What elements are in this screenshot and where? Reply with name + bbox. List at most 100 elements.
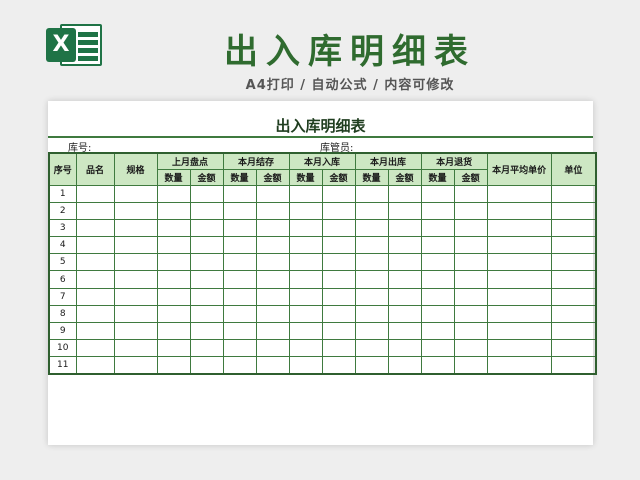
table-cell[interactable]	[288, 253, 323, 272]
table-cell[interactable]	[156, 201, 191, 220]
table-cell[interactable]	[486, 270, 552, 289]
table-cell[interactable]	[189, 304, 224, 324]
table-cell[interactable]	[550, 236, 597, 255]
table-cell[interactable]	[255, 184, 290, 203]
table-cell[interactable]	[453, 236, 488, 255]
table-cell[interactable]	[387, 339, 422, 358]
table-cell[interactable]	[113, 321, 158, 341]
table-cell[interactable]	[453, 321, 488, 341]
table-cell[interactable]	[222, 356, 257, 375]
table-cell[interactable]	[255, 356, 290, 375]
table-cell[interactable]	[387, 287, 422, 306]
table-cell[interactable]	[189, 270, 224, 289]
table-cell[interactable]	[75, 287, 115, 306]
table-cell[interactable]	[387, 236, 422, 255]
table-cell[interactable]	[453, 218, 488, 238]
table-cell[interactable]	[288, 356, 323, 375]
table-cell[interactable]	[354, 270, 389, 289]
table-cell[interactable]	[222, 201, 257, 220]
table-cell[interactable]	[288, 339, 323, 358]
table-cell[interactable]	[288, 184, 323, 203]
table-cell[interactable]	[550, 356, 597, 375]
table-cell[interactable]	[354, 218, 389, 238]
table-cell[interactable]	[156, 287, 191, 306]
table-cell[interactable]	[288, 304, 323, 324]
table-cell[interactable]	[288, 201, 323, 220]
table-cell[interactable]	[113, 253, 158, 272]
table-cell[interactable]	[189, 287, 224, 306]
table-cell[interactable]	[321, 201, 356, 220]
table-cell[interactable]	[156, 339, 191, 358]
table-cell[interactable]	[113, 287, 158, 306]
table-cell[interactable]	[222, 253, 257, 272]
table-cell[interactable]	[113, 304, 158, 324]
table-cell[interactable]	[75, 184, 115, 203]
table-cell[interactable]	[222, 287, 257, 306]
table-cell[interactable]	[354, 253, 389, 272]
table-cell[interactable]	[550, 253, 597, 272]
table-cell[interactable]	[486, 236, 552, 255]
table-cell[interactable]	[222, 304, 257, 324]
table-cell[interactable]	[113, 236, 158, 255]
table-cell[interactable]	[420, 356, 455, 375]
table-cell[interactable]	[75, 321, 115, 341]
table-cell[interactable]	[420, 339, 455, 358]
table-cell[interactable]	[113, 270, 158, 289]
table-cell[interactable]	[387, 356, 422, 375]
table-cell[interactable]	[75, 218, 115, 238]
table-cell[interactable]	[222, 218, 257, 238]
table-cell[interactable]	[156, 184, 191, 203]
table-cell[interactable]	[321, 339, 356, 358]
table-cell[interactable]	[387, 304, 422, 324]
table-cell[interactable]	[550, 184, 597, 203]
table-cell[interactable]	[486, 356, 552, 375]
table-cell[interactable]	[321, 253, 356, 272]
table-cell[interactable]	[354, 287, 389, 306]
table-cell[interactable]	[420, 184, 455, 203]
table-cell[interactable]	[550, 218, 597, 238]
table-cell[interactable]	[387, 270, 422, 289]
table-cell[interactable]	[189, 253, 224, 272]
table-cell[interactable]	[453, 287, 488, 306]
table-cell[interactable]	[156, 236, 191, 255]
table-cell[interactable]	[486, 339, 552, 358]
table-cell[interactable]	[156, 253, 191, 272]
table-cell[interactable]	[113, 201, 158, 220]
table-cell[interactable]	[255, 218, 290, 238]
table-cell[interactable]	[321, 287, 356, 306]
table-cell[interactable]	[156, 321, 191, 341]
table-cell[interactable]	[550, 270, 597, 289]
table-cell[interactable]	[255, 253, 290, 272]
table-cell[interactable]	[420, 287, 455, 306]
table-cell[interactable]	[550, 321, 597, 341]
table-cell[interactable]	[75, 236, 115, 255]
table-cell[interactable]	[156, 356, 191, 375]
table-cell[interactable]	[189, 339, 224, 358]
table-cell[interactable]	[420, 321, 455, 341]
table-cell[interactable]	[321, 218, 356, 238]
table-cell[interactable]	[550, 201, 597, 220]
table-cell[interactable]	[255, 236, 290, 255]
table-cell[interactable]	[420, 236, 455, 255]
table-cell[interactable]	[255, 321, 290, 341]
table-cell[interactable]	[156, 270, 191, 289]
table-cell[interactable]	[453, 201, 488, 220]
table-cell[interactable]	[453, 270, 488, 289]
table-cell[interactable]	[288, 321, 323, 341]
table-cell[interactable]	[156, 304, 191, 324]
table-cell[interactable]	[420, 270, 455, 289]
table-cell[interactable]	[486, 218, 552, 238]
table-cell[interactable]	[222, 339, 257, 358]
table-cell[interactable]	[321, 321, 356, 341]
table-cell[interactable]	[354, 339, 389, 358]
table-cell[interactable]	[75, 304, 115, 324]
table-cell[interactable]	[321, 270, 356, 289]
table-cell[interactable]	[75, 253, 115, 272]
table-cell[interactable]	[189, 201, 224, 220]
table-cell[interactable]	[486, 201, 552, 220]
table-cell[interactable]	[550, 339, 597, 358]
table-cell[interactable]	[354, 356, 389, 375]
table-cell[interactable]	[354, 304, 389, 324]
table-cell[interactable]	[222, 270, 257, 289]
table-cell[interactable]	[486, 321, 552, 341]
